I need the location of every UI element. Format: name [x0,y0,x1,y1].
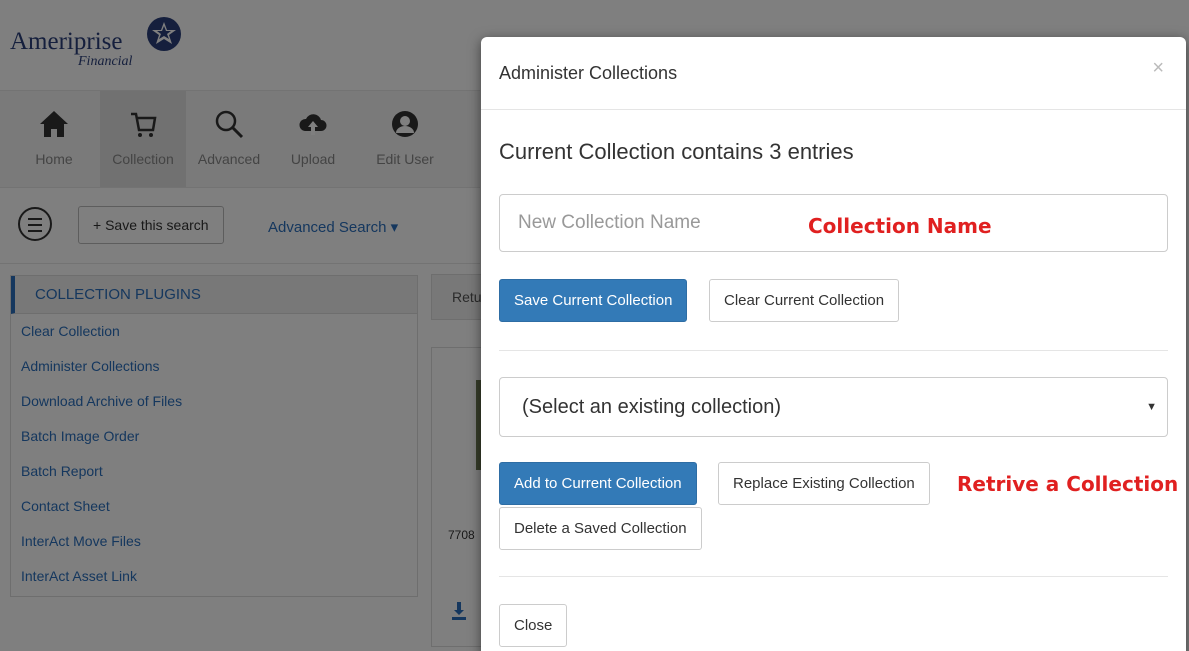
collection-name-annotation: Collection Name [808,214,992,238]
close-icon[interactable]: × [1152,57,1164,80]
collection-count-text: Current Collection contains 3 entries [499,139,854,164]
caret-down-icon: ▼ [1146,401,1157,413]
existing-collection-select[interactable]: (Select an existing collection) ▼ [499,377,1168,437]
close-button[interactable]: Close [499,604,568,647]
divider [499,350,1168,351]
divider [499,576,1168,577]
select-value: (Select an existing collection) [522,396,782,418]
save-current-collection-button[interactable]: Save Current Collection [499,279,688,322]
add-to-current-collection-button[interactable]: Add to Current Collection [499,462,697,505]
modal-title: Administer Collections [499,63,678,83]
delete-saved-collection-button[interactable]: Delete a Saved Collection [499,507,702,550]
modal-header: Administer Collections × [481,37,1186,110]
clear-current-collection-button[interactable]: Clear Current Collection [709,279,900,322]
retrieve-collection-annotation: Retrive a Collection [957,472,1179,496]
administer-collections-modal: Administer Collections × Current Collect… [481,37,1186,651]
replace-existing-collection-button[interactable]: Replace Existing Collection [718,462,930,505]
